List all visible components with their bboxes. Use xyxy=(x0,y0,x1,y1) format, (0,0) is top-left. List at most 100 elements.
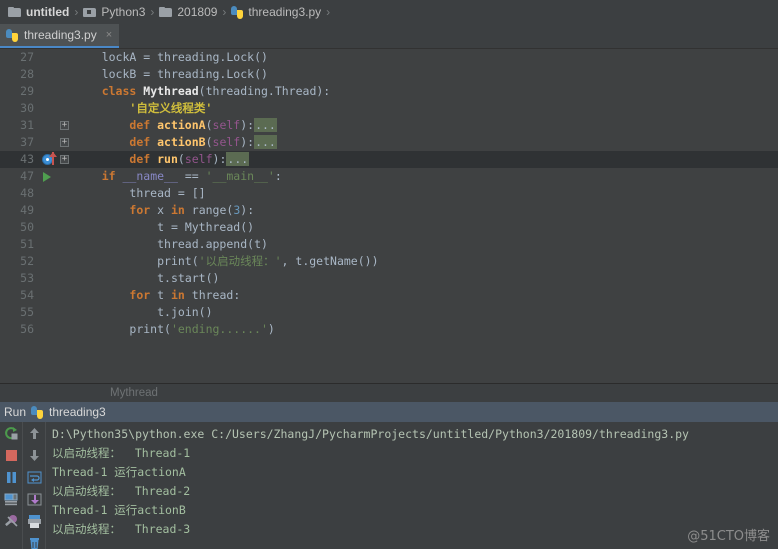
code-line[interactable]: 27 lockA = threading.Lock() xyxy=(0,49,778,66)
code-token: for xyxy=(129,203,151,217)
run-gutter-icon[interactable] xyxy=(40,168,58,185)
gutter-marker-slot xyxy=(40,321,58,338)
print-icon[interactable] xyxy=(4,492,19,507)
code-line[interactable]: 54 for t in thread: xyxy=(0,287,778,304)
line-number: 54 xyxy=(20,288,34,302)
code-line[interactable]: 29 class Mythread(threading.Thread): xyxy=(0,83,778,100)
fold-expand-icon[interactable]: + xyxy=(58,151,72,168)
breadcrumb-item-untitled[interactable]: untitled xyxy=(8,5,69,19)
line-number: 52 xyxy=(20,254,34,268)
code-token: thread xyxy=(191,288,234,302)
export-icon[interactable] xyxy=(27,492,42,507)
line-number: 28 xyxy=(20,67,34,81)
run-arrow-icon[interactable] xyxy=(43,172,51,182)
soft-wrap-icon[interactable] xyxy=(27,470,42,485)
code-text: t = Mythread() xyxy=(72,219,778,236)
breakpoint-icon[interactable] xyxy=(40,151,58,168)
breadcrumb-item-file[interactable]: threading3.py xyxy=(231,5,321,19)
console-output[interactable]: D:\Python35\python.exe C:/Users/ZhangJ/P… xyxy=(46,422,778,549)
fold-expand-icon[interactable]: + xyxy=(58,117,72,134)
code-editor[interactable]: 27 lockA = threading.Lock() 28 lockB = th… xyxy=(0,49,778,383)
code-token: '__main__' xyxy=(205,169,275,183)
code-line[interactable]: 30 '自定义线程类' xyxy=(0,100,778,117)
code-token: = xyxy=(136,50,158,64)
code-token: t xyxy=(157,305,165,319)
fold-expand-icon[interactable]: + xyxy=(60,155,69,164)
code-line[interactable]: 43 + def run(self):... xyxy=(0,151,778,168)
code-token: () xyxy=(205,271,220,285)
code-token: in xyxy=(170,203,185,217)
code-token: ... xyxy=(254,118,277,132)
console-line: Thread-1 运行actionA xyxy=(52,465,186,479)
tab-label: threading3.py xyxy=(24,28,97,42)
gutter-marker-slot xyxy=(40,117,58,134)
fold-expand-icon[interactable]: + xyxy=(60,138,69,147)
tab-threading3-py[interactable]: threading3.py × xyxy=(0,24,120,48)
gutter-marker-slot xyxy=(40,202,58,219)
code-text: def run(self):... xyxy=(72,151,778,168)
code-text: print('以启动线程：', t.getName()) xyxy=(72,253,778,270)
scroll-down-icon[interactable] xyxy=(27,448,42,463)
code-line[interactable]: 31 + def actionA(self):... xyxy=(0,117,778,134)
scroll-up-icon[interactable] xyxy=(27,426,42,441)
code-line[interactable]: 49 for x in range(3): xyxy=(0,202,778,219)
code-text: lockB = threading.Lock() xyxy=(72,66,778,83)
code-text: t.join() xyxy=(72,304,778,321)
run-tool-window-header: Run threading3 xyxy=(0,402,778,422)
fold-expand-icon[interactable]: + xyxy=(60,121,69,130)
code-text: for x in range(3): xyxy=(72,202,778,219)
code-token: '以启动线程：' xyxy=(198,254,282,268)
code-line[interactable]: 47 if __name__ == '__main__': xyxy=(0,168,778,185)
code-token: = xyxy=(164,220,185,234)
code-token: threading xyxy=(157,67,220,81)
code-token: () xyxy=(254,50,268,64)
code-text: def actionA(self):... xyxy=(72,117,778,134)
code-token: t xyxy=(157,220,165,234)
rerun-icon[interactable] xyxy=(4,426,19,441)
code-token: self xyxy=(212,118,241,132)
code-token: = xyxy=(136,67,158,81)
code-line[interactable]: 53 t.start() xyxy=(0,270,778,287)
line-number: 31 xyxy=(20,118,34,132)
fold-expand-icon[interactable]: + xyxy=(58,134,72,151)
code-line[interactable]: 56 print('ending......') xyxy=(0,321,778,338)
code-token: ): xyxy=(212,152,227,166)
source-folder-icon xyxy=(83,7,97,18)
code-token: ): xyxy=(240,203,255,217)
breadcrumb: untitled › Python3 › 201809 › threading3… xyxy=(0,0,778,24)
fold-slot xyxy=(58,66,72,83)
breadcrumb-item-python3[interactable]: Python3 xyxy=(83,5,145,19)
fold-slot xyxy=(58,185,72,202)
code-line[interactable]: 37 + def actionB(self):... xyxy=(0,134,778,151)
code-token: append xyxy=(205,237,248,251)
breadcrumb-label: Python3 xyxy=(101,5,146,19)
code-line[interactable]: 52 print('以启动线程：', t.getName()) xyxy=(0,253,778,270)
code-line[interactable]: 28 lockB = threading.Lock() xyxy=(0,66,778,83)
mute-breakpoints-icon[interactable] xyxy=(4,514,19,529)
code-line[interactable]: 50 t = Mythread() xyxy=(0,219,778,236)
line-number: 48 xyxy=(20,186,34,200)
stop-icon[interactable] xyxy=(4,448,19,463)
code-line[interactable]: 51 thread.append(t) xyxy=(0,236,778,253)
code-line[interactable]: 55 t.join() xyxy=(0,304,778,321)
code-line[interactable]: 48 thread = [] xyxy=(0,185,778,202)
print-output-icon[interactable] xyxy=(27,514,42,529)
code-token: print xyxy=(129,322,165,336)
gutter-marker-slot xyxy=(40,185,58,202)
breadcrumb-separator: › xyxy=(222,5,227,19)
close-icon[interactable]: × xyxy=(106,29,112,41)
console-line: 以启动线程： Thread-3 xyxy=(52,522,191,536)
code-token: lockB xyxy=(101,67,137,81)
breadcrumb-separator: › xyxy=(74,5,79,19)
pause-icon[interactable] xyxy=(4,470,19,485)
clear-all-icon[interactable] xyxy=(27,536,42,549)
breadcrumb-item-201809[interactable]: 201809 xyxy=(159,5,217,19)
structure-label: Mythread xyxy=(110,387,158,399)
code-token: ()) xyxy=(357,254,379,268)
line-number: 27 xyxy=(20,50,34,64)
